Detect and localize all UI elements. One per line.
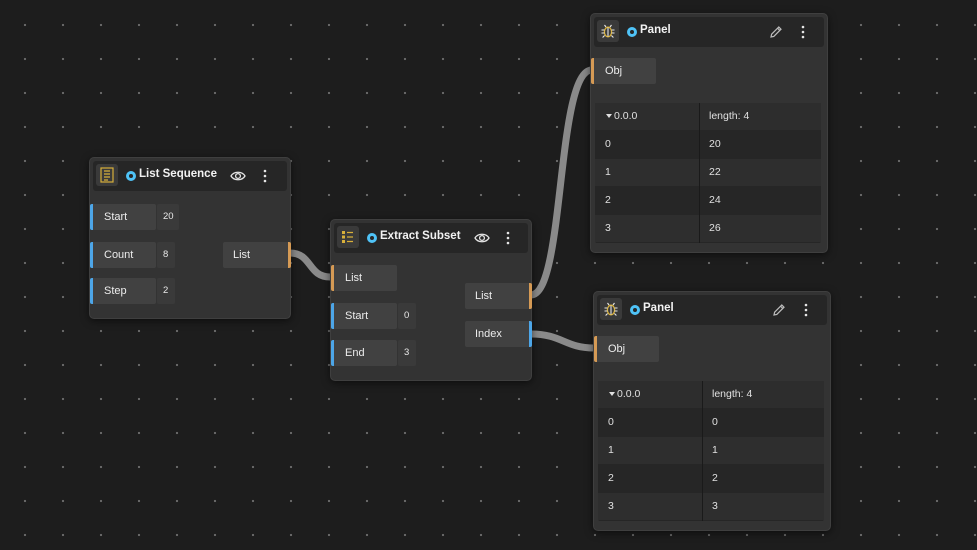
table-row: 3 3 — [598, 493, 824, 520]
list-length-header: length: 4 — [709, 110, 750, 122]
row-value: 24 — [709, 194, 721, 206]
row-index: 0 — [608, 416, 614, 428]
input-port-obj[interactable]: Obj — [591, 58, 656, 84]
row-value: 26 — [709, 222, 721, 234]
port-label: List — [475, 290, 493, 302]
table-row: 3 26 — [595, 215, 821, 242]
output-port-index[interactable]: Index — [465, 321, 532, 347]
wire-subset-list-to-panel-top[interactable] — [527, 66, 596, 299]
row-index: 2 — [605, 194, 611, 206]
column-divider — [699, 103, 700, 243]
row-index: 0 — [605, 138, 611, 150]
port-label: Start — [345, 310, 369, 322]
input-port-start[interactable]: Start — [90, 204, 156, 230]
edit-pencil-icon[interactable] — [770, 300, 788, 320]
eye-icon[interactable] — [229, 166, 247, 186]
extract-subset-node[interactable]: Extract Subset List Start 0 End 3 List I… — [330, 219, 532, 381]
more-menu-icon[interactable] — [794, 22, 812, 42]
list-path: 0.0.0 — [617, 388, 641, 400]
start-value-field[interactable]: 0 — [398, 303, 416, 329]
port-label: Index — [475, 328, 502, 340]
panel-node-bottom[interactable]: Panel Obj 0.0.0 length: 4 0 0 1 1 2 2 3 … — [593, 291, 831, 531]
panel-data-table: 0.0.0 length: 4 0 0 1 1 2 2 3 3 — [598, 381, 824, 521]
row-value: 2 — [712, 472, 718, 484]
more-menu-icon[interactable] — [797, 300, 815, 320]
table-header-row: 0.0.0 length: 4 — [598, 381, 824, 408]
node-header[interactable]: Panel — [594, 17, 824, 47]
port-label: Count — [104, 249, 134, 261]
table-row: 0 0 — [598, 409, 824, 436]
table-row: 2 2 — [598, 465, 824, 492]
row-index: 1 — [608, 444, 614, 456]
status-indicator-icon — [367, 233, 377, 243]
list-path-header[interactable]: 0.0.0 — [598, 381, 640, 408]
port-label: List — [233, 249, 251, 261]
edit-pencil-icon[interactable] — [767, 22, 785, 42]
node-header[interactable]: Extract Subset — [334, 223, 528, 253]
node-title: Extract Subset — [380, 230, 461, 242]
row-index: 2 — [608, 472, 614, 484]
status-indicator-icon — [126, 171, 136, 181]
node-title: Panel — [643, 302, 674, 314]
node-title: List Sequence — [139, 168, 217, 180]
table-row: 1 1 — [598, 437, 824, 464]
row-value: 20 — [709, 138, 721, 150]
list-sequence-node[interactable]: List Sequence Start 20 Count 8 Step 2 Li… — [89, 157, 291, 319]
output-port-list[interactable]: List — [465, 283, 532, 309]
row-value: 22 — [709, 166, 721, 178]
row-value: 1 — [712, 444, 718, 456]
list-path-header[interactable]: 0.0.0 — [595, 103, 637, 130]
count-value-field[interactable]: 8 — [157, 242, 175, 268]
panel-node-top[interactable]: Panel Obj 0.0.0 length: 4 0 20 1 22 2 24… — [590, 13, 828, 253]
row-value: 3 — [712, 500, 718, 512]
port-label: Step — [104, 285, 127, 297]
list-path: 0.0.0 — [614, 110, 638, 122]
port-label: End — [345, 347, 365, 359]
input-port-count[interactable]: Count — [90, 242, 156, 268]
status-indicator-icon — [627, 27, 637, 37]
bug-icon — [597, 20, 619, 42]
caret-down-icon — [606, 114, 612, 118]
end-value-field[interactable]: 3 — [398, 340, 416, 366]
input-port-step[interactable]: Step — [90, 278, 156, 304]
start-value-field[interactable]: 20 — [157, 204, 179, 230]
port-label: Obj — [605, 65, 623, 77]
list-length-header: length: 4 — [712, 388, 753, 400]
port-label: Start — [104, 211, 128, 223]
wire-subset-index-to-panel-bottom[interactable] — [527, 330, 598, 352]
status-indicator-icon — [630, 305, 640, 315]
more-menu-icon[interactable] — [499, 228, 517, 248]
list-sequence-icon — [96, 164, 118, 186]
column-divider — [702, 381, 703, 521]
input-port-end[interactable]: End — [331, 340, 397, 366]
port-label: Obj — [608, 343, 626, 355]
table-row: 0 20 — [595, 131, 821, 158]
panel-data-table: 0.0.0 length: 4 0 20 1 22 2 24 3 26 — [595, 103, 821, 243]
row-index: 3 — [608, 500, 614, 512]
bug-icon — [600, 298, 622, 320]
input-port-list[interactable]: List — [331, 265, 397, 291]
output-port-list[interactable]: List — [223, 242, 291, 268]
node-header[interactable]: List Sequence — [93, 161, 287, 191]
port-label: List — [345, 272, 363, 284]
row-value: 0 — [712, 416, 718, 428]
table-header-row: 0.0.0 length: 4 — [595, 103, 821, 130]
node-title: Panel — [640, 24, 671, 36]
caret-down-icon — [609, 392, 615, 396]
input-port-start[interactable]: Start — [331, 303, 397, 329]
more-menu-icon[interactable] — [256, 166, 274, 186]
eye-icon[interactable] — [473, 228, 491, 248]
row-index: 3 — [605, 222, 611, 234]
step-value-field[interactable]: 2 — [157, 278, 175, 304]
table-row: 1 22 — [595, 159, 821, 186]
table-row: 2 24 — [595, 187, 821, 214]
extract-subset-icon — [337, 226, 359, 248]
wire-sequence-to-subset[interactable] — [286, 249, 334, 281]
row-index: 1 — [605, 166, 611, 178]
input-port-obj[interactable]: Obj — [594, 336, 659, 362]
node-header[interactable]: Panel — [597, 295, 827, 325]
